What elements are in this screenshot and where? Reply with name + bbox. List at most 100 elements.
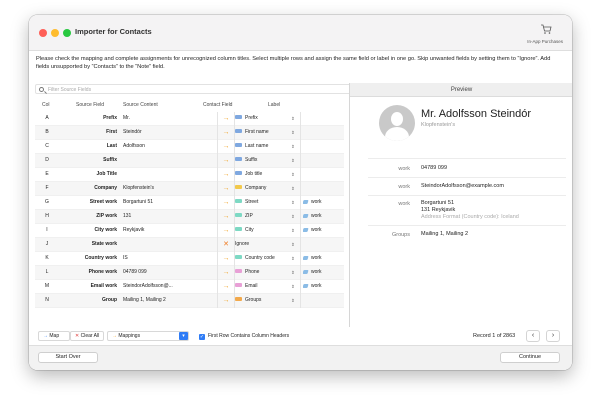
table-row[interactable]: A Prefix Mr. → Prefix ⇕ <box>35 112 344 126</box>
column-header-source-field: Source Field <box>76 102 105 108</box>
label-select[interactable]: work <box>303 266 343 279</box>
in-app-purchases-link[interactable]: In-App Purchases <box>527 39 563 44</box>
contact-field-select[interactable]: ZIP <box>235 210 295 223</box>
contact-field-select[interactable]: Suffix <box>235 154 295 167</box>
table-row[interactable]: J State work ✕ Ignore ⇕ <box>35 238 344 252</box>
chevron-updown-icon[interactable]: ⇕ <box>291 238 297 251</box>
table-row[interactable]: ICity workReykjavik→City⇕work⇕ <box>35 224 369 238</box>
column-divider <box>300 238 301 252</box>
arrow-right-icon: → <box>222 157 230 164</box>
source-field-name: First <box>106 129 117 135</box>
source-content: Borgartuni 51 <box>123 199 154 205</box>
contact-field-select[interactable]: Prefix <box>235 112 295 125</box>
chevron-updown-icon[interactable]: ⇕ <box>291 140 297 153</box>
chevron-updown-icon[interactable]: ⇕ <box>291 126 297 139</box>
chevron-updown-icon[interactable]: ⇕ <box>291 294 297 307</box>
column-divider <box>217 168 218 182</box>
label-tag-icon <box>303 255 309 260</box>
chevron-updown-icon[interactable]: ⇕ <box>291 154 297 167</box>
label-select[interactable]: work <box>303 252 343 265</box>
column-divider <box>217 294 218 308</box>
preview-header: Preview <box>350 83 572 97</box>
source-field-name: Suffix <box>103 157 117 163</box>
chevron-updown-icon[interactable]: ⇕ <box>291 196 297 209</box>
source-content <box>123 168 189 181</box>
column-divider <box>217 196 218 210</box>
table-row[interactable]: N Group Mailing 1, Mailing 2 → Groups ⇕ <box>35 294 344 308</box>
label-tag-icon <box>303 269 309 274</box>
next-record-button[interactable]: › <box>546 330 560 342</box>
contact-field-select[interactable]: Ignore <box>235 238 295 251</box>
arrow-right-icon: → <box>222 255 230 262</box>
search-input[interactable]: Filter Source Fields <box>35 84 365 94</box>
mappings-select[interactable]: → Mappings ▾ <box>107 331 189 341</box>
contact-field-select[interactable]: Groups <box>235 294 295 307</box>
chevron-updown-icon[interactable]: ⇕ <box>291 168 297 181</box>
table-row[interactable]: GStreet workBorgartuni 51→Street⇕work⇕ <box>35 196 369 210</box>
table-row[interactable]: M Email work SteindorAdolfsson@... → Email ⇕ w… <box>35 280 369 294</box>
contact-field-select[interactable]: City <box>235 224 295 237</box>
map-button[interactable]: → Map <box>38 331 70 341</box>
table-row[interactable]: KCountry workIS→Country code⇕work⇕ <box>35 252 369 266</box>
avatar <box>379 105 415 141</box>
label-value: work <box>311 199 322 205</box>
chevron-down-icon: ▾ <box>179 332 188 340</box>
continue-button[interactable]: Continue <box>500 352 560 363</box>
table-row[interactable]: LPhone work04789 099→Phone⇕work⇕ <box>35 266 369 280</box>
start-over-button[interactable]: Start Over <box>38 352 98 363</box>
chevron-updown-icon[interactable]: ⇕ <box>291 266 297 279</box>
contact-field-select[interactable]: Country code <box>235 252 295 265</box>
divider <box>368 158 566 159</box>
title-bar: Importer for Contacts In-App Purchases <box>29 15 572 51</box>
label-tag-icon <box>303 213 309 218</box>
chevron-updown-icon[interactable]: ⇕ <box>291 252 297 265</box>
column-divider <box>300 252 301 266</box>
contact-field-select[interactable]: Phone <box>235 266 295 279</box>
clear-all-button[interactable]: ✕ Clear All <box>70 331 104 341</box>
label-select[interactable]: work <box>303 210 343 223</box>
contact-field-select[interactable]: Company <box>235 182 295 195</box>
column-divider <box>300 224 301 238</box>
chevron-updown-icon[interactable]: ⇕ <box>291 112 297 125</box>
contact-field-value: Job title <box>245 171 263 177</box>
table-row[interactable]: F Company Klopfenstein's → Company ⇕ <box>35 182 344 196</box>
label-select[interactable]: work <box>303 196 343 209</box>
table-row[interactable]: E Job Title → Job title ⇕ <box>35 168 344 182</box>
label-select[interactable]: work <box>303 280 343 293</box>
column-divider <box>217 210 218 224</box>
contact-field-select[interactable]: Email <box>235 280 295 293</box>
close-window-button[interactable] <box>39 29 47 37</box>
column-divider <box>300 294 301 308</box>
column-divider <box>300 126 301 140</box>
email-label: work <box>398 184 410 190</box>
previous-record-button[interactable]: ‹ <box>526 330 540 342</box>
contact-field-select[interactable]: Job title <box>235 168 295 181</box>
chevron-updown-icon[interactable]: ⇕ <box>291 280 297 293</box>
table-row[interactable]: C Last Adolfsson → Last name ⇕ <box>35 140 344 154</box>
arrow-right-icon: → <box>222 297 230 304</box>
zoom-window-button[interactable] <box>63 29 71 37</box>
search-icon <box>39 86 44 92</box>
label-select[interactable]: work <box>303 224 343 237</box>
chevron-updown-icon[interactable]: ⇕ <box>291 182 297 195</box>
column-divider <box>300 210 301 224</box>
first-row-headers-checkbox[interactable]: ✓ <box>199 334 205 340</box>
first-row-headers-label[interactable]: First Row Contains Column Headers <box>208 332 289 340</box>
arrow-right-icon: → <box>222 199 230 206</box>
minimize-window-button[interactable] <box>51 29 59 37</box>
table-row[interactable]: HZIP work131→ZIP⇕work⇕ <box>35 210 369 224</box>
email-value: SteindorAdolfsson@example.com <box>421 183 504 189</box>
chevron-updown-icon[interactable]: ⇕ <box>291 210 297 223</box>
contact-field-select[interactable]: Last name <box>235 140 295 153</box>
chevron-updown-icon[interactable]: ⇕ <box>291 224 297 237</box>
arrow-right-icon: → <box>222 171 230 178</box>
contact-field-value: Country code <box>245 255 275 261</box>
contact-field-select[interactable]: Street <box>235 196 295 209</box>
column-divider <box>217 112 218 126</box>
table-row[interactable]: D Suffix → Suffix ⇕ <box>35 154 344 168</box>
table-row[interactable]: B First Steindór → First name ⇕ <box>35 126 344 140</box>
cart-icon[interactable] <box>540 23 552 35</box>
contact-field-select[interactable]: First name <box>235 126 295 139</box>
field-color-swatch <box>235 297 242 302</box>
instructions-text: Please check the mapping and complete as… <box>36 56 551 70</box>
